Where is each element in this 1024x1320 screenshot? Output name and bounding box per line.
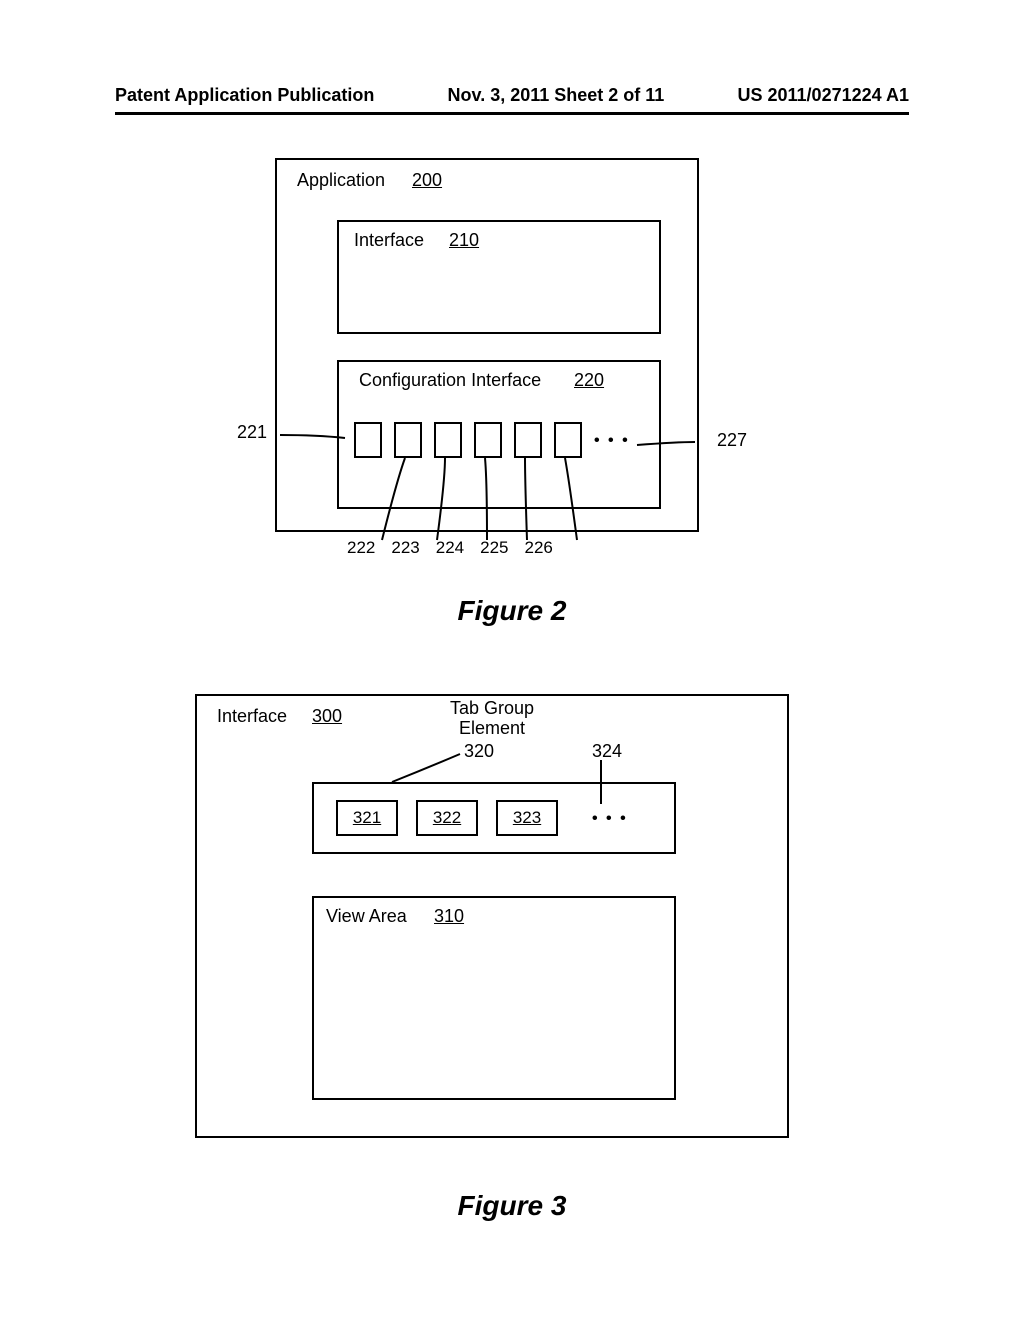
callout-221: 221 <box>237 422 267 443</box>
figure-3-interface-box: Interface 300 Tab Group Element 320 324 … <box>195 694 789 1138</box>
leader-lines-fig2 <box>277 160 697 530</box>
page-header: Patent Application Publication Nov. 3, 2… <box>115 85 909 106</box>
tab-group-box: 321 322 323 • • • <box>312 782 676 854</box>
ref-226: 226 <box>525 538 553 558</box>
tab-323: 323 <box>496 800 558 836</box>
view-area-label: View Area <box>326 906 407 927</box>
config-slot-reference-numbers: 222 223 224 225 226 <box>347 538 553 558</box>
view-area-reference-number: 310 <box>434 906 464 927</box>
header-left: Patent Application Publication <box>115 85 374 106</box>
view-area-box: View Area 310 <box>312 896 676 1100</box>
figure-2-application-box: Application 200 Interface 210 Configurat… <box>275 158 699 532</box>
figure-3-caption: Figure 3 <box>0 1190 1024 1222</box>
ellipsis-icon: • • • <box>592 810 628 828</box>
ref-225: 225 <box>480 538 508 558</box>
callout-227: 227 <box>717 430 747 451</box>
tab-321: 321 <box>336 800 398 836</box>
ref-223: 223 <box>391 538 419 558</box>
patent-drawing-page: Patent Application Publication Nov. 3, 2… <box>0 0 1024 1320</box>
header-center: Nov. 3, 2011 Sheet 2 of 11 <box>448 85 665 106</box>
ref-224: 224 <box>436 538 464 558</box>
ref-222: 222 <box>347 538 375 558</box>
header-rule <box>115 112 909 115</box>
figure-2-caption: Figure 2 <box>0 595 1024 627</box>
tab-322: 322 <box>416 800 478 836</box>
header-right: US 2011/0271224 A1 <box>738 85 909 106</box>
